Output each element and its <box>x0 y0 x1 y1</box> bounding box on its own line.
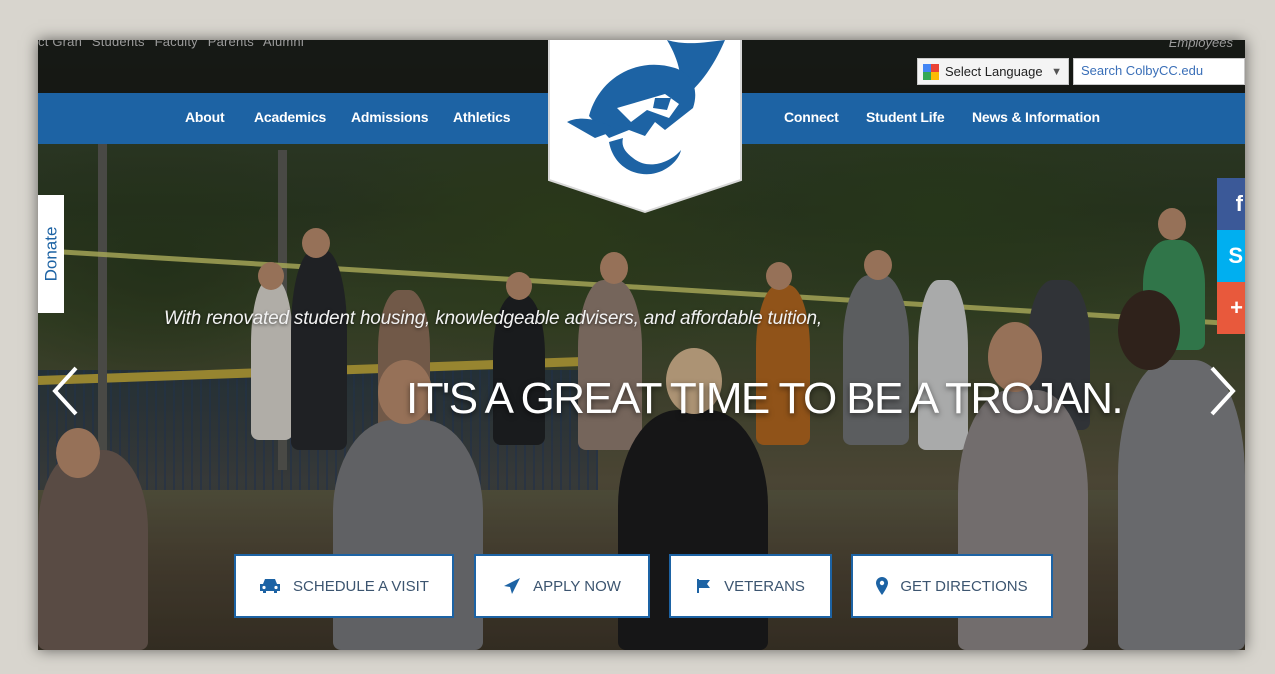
get-directions-button[interactable]: GET DIRECTIONS <box>851 554 1053 618</box>
schedule-visit-button[interactable]: SCHEDULE A VISIT <box>234 554 454 618</box>
employees-link[interactable]: Employees <box>1169 40 1233 50</box>
plus-icon[interactable]: + <box>1217 282 1245 334</box>
paper-plane-icon <box>504 578 521 594</box>
language-selector-label: Select Language <box>945 64 1043 79</box>
veterans-button[interactable]: VETERANS <box>669 554 832 618</box>
audience-link-alumni[interactable]: Alumni <box>263 40 304 49</box>
apply-now-button[interactable]: APPLY NOW <box>474 554 650 618</box>
audience-link-faculty[interactable]: Faculty <box>155 40 198 49</box>
skype-icon[interactable]: S <box>1217 230 1245 282</box>
donate-label: Donate <box>41 226 61 282</box>
google-translate-icon <box>923 63 939 80</box>
donate-tab[interactable]: Donate <box>38 195 64 313</box>
car-icon <box>260 579 281 593</box>
audience-link-parents[interactable]: Parents <box>208 40 254 49</box>
map-marker-icon <box>876 577 889 595</box>
nav-item-about[interactable]: About <box>185 109 225 125</box>
hero-headline: IT'S A GREAT TIME TO BE A TROJAN. <box>406 374 1124 423</box>
nav-item-connect[interactable]: Connect <box>784 109 839 125</box>
nav-item-academics[interactable]: Academics <box>254 109 326 125</box>
schedule-visit-label: SCHEDULE A VISIT <box>293 577 429 595</box>
nav-item-news-information[interactable]: News & Information <box>972 109 1100 125</box>
facebook-icon[interactable]: f <box>1217 178 1245 230</box>
nav-item-student-life[interactable]: Student Life <box>866 109 945 125</box>
nav-item-admissions[interactable]: Admissions <box>351 109 429 125</box>
search-input[interactable]: Search ColbyCC.edu <box>1073 58 1245 85</box>
audience-link-students[interactable]: Students <box>92 40 145 49</box>
dropdown-arrow-icon: ▼ <box>1051 65 1062 78</box>
nav-item-athletics[interactable]: Athletics <box>453 109 511 125</box>
chevron-right-icon[interactable] <box>1208 365 1238 426</box>
browser-viewport: ct Gran Students Faculty Parents Alumni … <box>38 40 1245 650</box>
flag-icon <box>697 579 711 593</box>
language-selector[interactable]: Select Language ▼ <box>917 58 1069 85</box>
chevron-left-icon[interactable] <box>50 365 80 426</box>
audience-links: ct Gran Students Faculty Parents Alumni <box>38 40 310 49</box>
audience-link[interactable]: ct Gran <box>38 40 82 49</box>
apply-now-label: APPLY NOW <box>533 577 621 595</box>
veterans-label: VETERANS <box>724 577 805 595</box>
hero-tagline: With renovated student housing, knowledg… <box>164 308 822 329</box>
trojan-helmet-logo[interactable] <box>547 40 743 214</box>
get-directions-label: GET DIRECTIONS <box>900 577 1028 595</box>
